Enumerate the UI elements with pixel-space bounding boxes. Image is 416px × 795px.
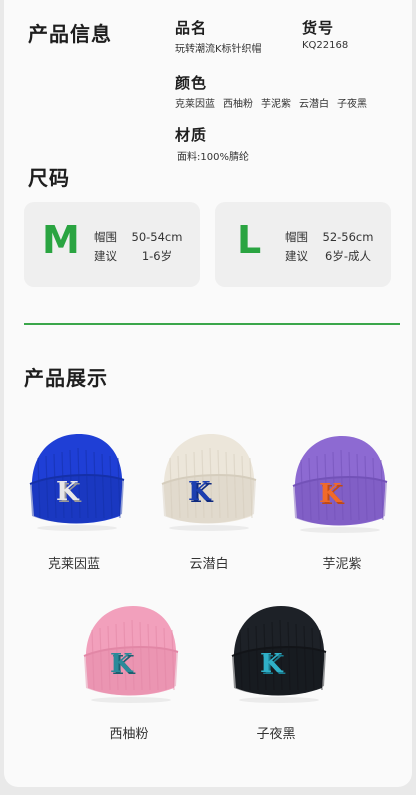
color-item: 子夜黑 bbox=[337, 99, 367, 110]
size-card-m: M 帽围 50-54cm 建议 1-6岁 bbox=[24, 202, 200, 287]
age-value: 6岁-成人 bbox=[325, 249, 371, 263]
hat-color-name: 克莱因蓝 bbox=[47, 557, 100, 572]
beanie-hat-image: K K bbox=[231, 606, 327, 703]
sku-value: KQ22168 bbox=[302, 40, 349, 51]
circumference-label: 帽围 bbox=[94, 230, 117, 244]
material-value: 面料:100%腈纶 bbox=[177, 152, 249, 163]
beanie-hat-image: K K bbox=[29, 434, 125, 531]
product-detail-card: 产品信息 品名 玩转潮流K标针织帽 货号 KQ22168 颜色 克莱因蓝 西柚粉芋… bbox=[4, 0, 412, 787]
age-value: 1-6岁 bbox=[141, 249, 173, 263]
size-letter: L bbox=[237, 218, 262, 262]
hat-color-name: 芋泥紫 bbox=[322, 557, 362, 572]
product-info-title: 产品信息 bbox=[28, 22, 112, 46]
svg-text:K: K bbox=[110, 649, 134, 679]
color-item: 芋泥紫 bbox=[261, 99, 291, 110]
circumference-label: 帽围 bbox=[285, 230, 308, 244]
name-label: 品名 bbox=[175, 19, 208, 37]
hat-color-name: 西柚粉 bbox=[109, 727, 149, 742]
name-value: 玩转潮流K标针织帽 bbox=[175, 44, 262, 55]
size-circumference-row: 帽围 50-54cm bbox=[94, 229, 189, 245]
color-label: 颜色 bbox=[175, 74, 208, 92]
circumference-value: 52-56cm bbox=[322, 230, 374, 244]
size-age-row: 建议 6岁-成人 bbox=[285, 248, 380, 264]
hat-color-name: 云潜白 bbox=[189, 557, 229, 572]
beanie-hat-image: K K bbox=[161, 434, 257, 531]
size-letter: M bbox=[42, 218, 80, 262]
material-label: 材质 bbox=[175, 126, 208, 144]
svg-text:K: K bbox=[319, 479, 343, 509]
svg-text:K: K bbox=[188, 477, 212, 507]
svg-text:K: K bbox=[260, 649, 284, 679]
hat-color-name: 子夜黑 bbox=[256, 727, 296, 742]
color-list: 克莱因蓝 西柚粉 芋泥紫 云潜白 子夜黑 bbox=[175, 95, 375, 110]
size-title: 尺码 bbox=[28, 166, 70, 190]
age-label: 建议 bbox=[285, 249, 308, 263]
size-circumference-row: 帽围 52-56cm bbox=[285, 229, 380, 245]
age-label: 建议 bbox=[94, 249, 117, 263]
color-item: 克莱因蓝 bbox=[175, 99, 215, 110]
section-divider bbox=[24, 323, 400, 325]
color-item: 西柚粉 bbox=[223, 99, 253, 110]
size-age-row: 建议 1-6岁 bbox=[94, 248, 189, 264]
sku-label: 货号 bbox=[302, 19, 335, 37]
showcase-title: 产品展示 bbox=[24, 366, 108, 390]
beanie-hat-image: K K bbox=[83, 606, 179, 703]
size-card-l: L 帽围 52-56cm 建议 6岁-成人 bbox=[215, 202, 391, 287]
color-item: 云潜白 bbox=[299, 99, 329, 110]
beanie-hat-image: K K bbox=[292, 436, 388, 533]
svg-text:K: K bbox=[56, 477, 80, 507]
circumference-value: 50-54cm bbox=[131, 230, 183, 244]
